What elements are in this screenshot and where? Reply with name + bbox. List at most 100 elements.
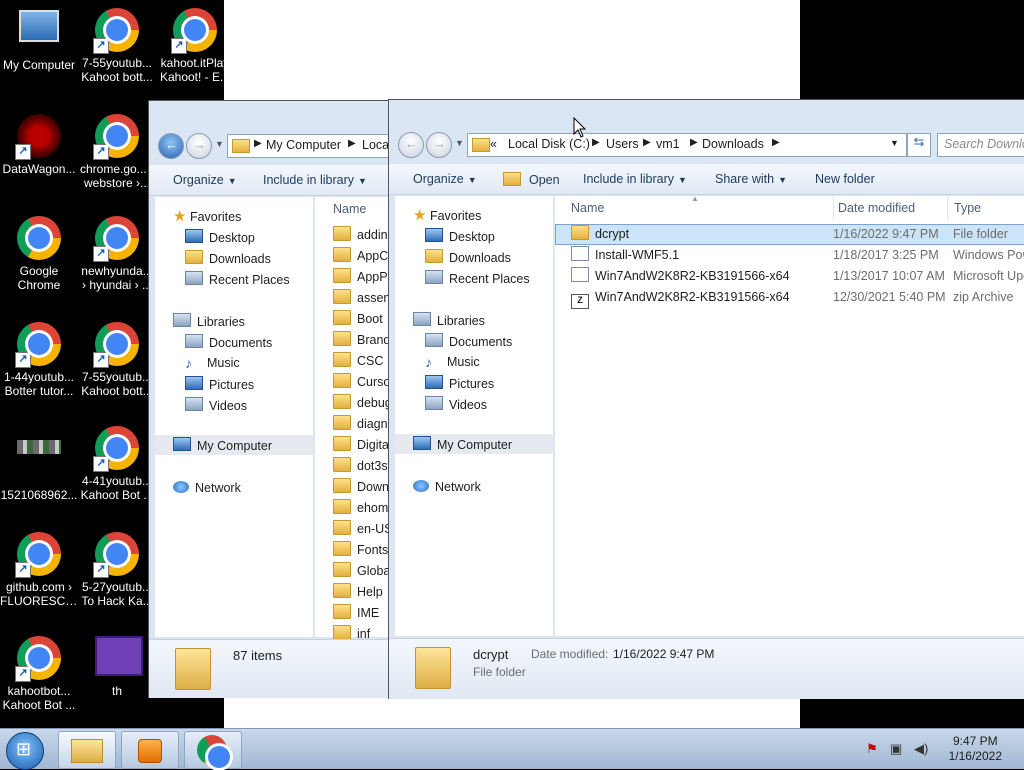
desktop-icon-chrome-webstore[interactable]: ↗ chrome.go... › webstore ›... xyxy=(78,106,156,190)
nav-my-computer[interactable]: My Computer xyxy=(155,435,313,455)
list-item[interactable]: debug xyxy=(333,393,392,414)
list-item[interactable]: Brandi xyxy=(333,330,393,351)
list-item[interactable]: Boot xyxy=(333,309,383,330)
column-header-name[interactable]: Name xyxy=(571,196,604,220)
column-header-type[interactable]: Type xyxy=(947,196,981,220)
nav-music[interactable]: ♪ Music xyxy=(425,354,480,370)
forward-button[interactable]: → xyxy=(186,133,212,159)
search-input[interactable]: Search Downlo xyxy=(937,133,1024,157)
nav-recent-places[interactable]: Recent Places xyxy=(185,271,290,287)
table-row[interactable]: Install-WMF5.1 1/18/2017 3:25 PM Windows P… xyxy=(555,245,1024,266)
desktop-icon-4-41youtube[interactable]: ↗ 4-41youtub... Kahoot Bot ... xyxy=(78,418,156,502)
nav-pictures[interactable]: Pictures xyxy=(185,376,254,392)
back-button[interactable]: ← xyxy=(398,132,424,158)
taskbar-media-player-button[interactable] xyxy=(121,731,179,769)
list-item[interactable]: diagno xyxy=(333,414,395,435)
nav-recent-places[interactable]: Recent Places xyxy=(425,270,530,286)
list-item[interactable]: Cursor xyxy=(333,372,395,393)
list-item[interactable]: ehome xyxy=(333,498,395,519)
desktop-icon-datawagon[interactable]: ↗ DataWagon... xyxy=(0,106,78,176)
taskbar-explorer-button[interactable] xyxy=(58,731,116,769)
back-button[interactable]: ← xyxy=(158,133,184,159)
nav-pictures[interactable]: Pictures xyxy=(425,375,494,391)
address-dropdown-chevron-icon[interactable]: ▼ xyxy=(890,138,899,148)
nav-favorites[interactable]: ★ Favorites xyxy=(173,207,241,225)
column-header-name[interactable]: Name xyxy=(333,197,366,221)
address-bar[interactable]: « Local Disk (C:) ▶ Users ▶ vm1 ▶ Downlo… xyxy=(467,133,907,157)
nav-downloads[interactable]: Downloads xyxy=(185,250,271,266)
table-row[interactable]: Win7AndW2K8R2-KB3191566-x64 1/13/2017 10:… xyxy=(555,266,1024,287)
nav-network[interactable]: Network xyxy=(413,480,481,494)
desktop-icon-kahoot-itplay[interactable]: ↗ kahoot.itPlay Kahoot! - E... xyxy=(156,0,234,84)
desktop-icon-google-chrome[interactable]: Google Chrome xyxy=(0,208,78,292)
table-row[interactable]: dcrypt 1/16/2022 9:47 PM File folder xyxy=(555,224,1024,245)
refresh-button[interactable]: ⇆ xyxy=(907,133,931,157)
organize-menu[interactable]: Organize ▼ xyxy=(173,173,237,187)
breadcrumb-overflow[interactable]: « xyxy=(490,137,497,151)
table-row[interactable]: Z Win7AndW2K8R2-KB3191566-x64 12/30/2021 5… xyxy=(555,287,1024,309)
open-button[interactable]: Open xyxy=(503,172,560,187)
recent-pages-chevron-icon[interactable]: ▼ xyxy=(455,138,464,148)
breadcrumb-vm1[interactable]: vm1 xyxy=(656,137,680,151)
nav-libraries[interactable]: Libraries xyxy=(413,312,485,328)
volume-icon[interactable]: ◀) xyxy=(914,741,928,757)
list-item[interactable]: AppPa xyxy=(333,267,395,288)
system-clock[interactable]: 9:47 PM 1/16/2022 xyxy=(949,734,1002,764)
network-status-icon[interactable]: ▣ xyxy=(890,741,902,757)
computer-icon xyxy=(17,10,61,54)
desktop-icon-th[interactable]: th xyxy=(78,628,156,698)
media-player-icon xyxy=(138,739,162,763)
nav-favorites[interactable]: ★ Favorites xyxy=(413,206,481,224)
breadcrumb-my-computer[interactable]: My Computer xyxy=(266,138,341,152)
list-item[interactable]: Digital xyxy=(333,435,392,456)
list-item[interactable]: AppCo xyxy=(333,246,395,267)
list-item[interactable]: IME xyxy=(333,603,379,624)
desktop-icon-7-55youtube-2[interactable]: ↗ 7-55youtub... Kahoot bott... xyxy=(78,314,156,398)
taskbar-chrome-button[interactable] xyxy=(184,731,242,769)
nav-network[interactable]: Network xyxy=(173,481,241,495)
include-in-library-menu[interactable]: Include in library ▼ xyxy=(583,172,687,186)
forward-button[interactable]: → xyxy=(426,132,452,158)
chrome-icon: ↗ xyxy=(171,8,217,54)
desktop-icon-7-55youtube[interactable]: ↗ 7-55youtub... Kahoot bott... xyxy=(78,0,156,84)
breadcrumb-downloads[interactable]: Downloads xyxy=(702,137,764,151)
nav-my-computer[interactable]: My Computer xyxy=(395,434,553,454)
column-header-date-modified[interactable]: Date modified xyxy=(833,196,915,220)
address-bar[interactable]: ▶ My Computer ▶ Loca xyxy=(227,134,409,158)
new-folder-button[interactable]: New folder xyxy=(815,172,875,186)
list-item[interactable]: addins xyxy=(333,225,394,246)
list-item[interactable]: Downl xyxy=(333,477,392,498)
organize-menu[interactable]: Organize ▼ xyxy=(413,172,477,186)
nav-documents[interactable]: Documents xyxy=(425,333,512,349)
desktop-icon-kahootbot[interactable]: ↗ kahootbot... Kahoot Bot ... xyxy=(0,628,78,712)
list-item[interactable]: Help xyxy=(333,582,383,603)
list-item[interactable]: en-US xyxy=(333,519,392,540)
nav-downloads[interactable]: Downloads xyxy=(425,249,511,265)
action-center-flag-icon[interactable]: ⚑ xyxy=(866,741,878,757)
list-item[interactable]: Global xyxy=(333,561,393,582)
list-item[interactable]: CSC xyxy=(333,351,383,372)
breadcrumb-users[interactable]: Users xyxy=(606,137,639,151)
desktop-icon-newhyundai[interactable]: ↗ newhyunda... › hyundai › ... xyxy=(78,208,156,292)
list-item[interactable]: assem xyxy=(333,288,394,309)
nav-documents[interactable]: Documents xyxy=(185,334,272,350)
desktop-icon-github[interactable]: ↗ github.com › FLUORESCE... xyxy=(0,524,78,608)
nav-videos[interactable]: Videos xyxy=(185,397,247,413)
breadcrumb-local-disk[interactable]: Local Disk (C:) xyxy=(508,137,590,151)
recent-pages-chevron-icon[interactable]: ▼ xyxy=(215,139,224,149)
include-in-library-menu[interactable]: Include in library ▼ xyxy=(263,173,367,187)
start-button[interactable]: ⊞ xyxy=(6,732,44,770)
share-with-menu[interactable]: Share with ▼ xyxy=(715,172,787,186)
nav-music[interactable]: ♪ Music xyxy=(185,355,240,371)
desktop-icon-5-27youtube[interactable]: ↗ 5-27youtub... To Hack Ka... xyxy=(78,524,156,608)
list-item[interactable]: dot3sv xyxy=(333,456,394,477)
nav-desktop[interactable]: Desktop xyxy=(185,229,255,245)
nav-desktop[interactable]: Desktop xyxy=(425,228,495,244)
breadcrumb-local-disk[interactable]: Loca xyxy=(362,138,389,152)
list-item[interactable]: Fonts xyxy=(333,540,388,561)
desktop-icon-my-computer[interactable]: My Computer xyxy=(0,0,78,72)
desktop-icon-1-44youtube[interactable]: ↗ 1-44youtub... Botter tutor... xyxy=(0,314,78,398)
desktop-icon-image-1521068962[interactable]: 1521068962... xyxy=(0,420,78,502)
nav-libraries[interactable]: Libraries xyxy=(173,313,245,329)
nav-videos[interactable]: Videos xyxy=(425,396,487,412)
